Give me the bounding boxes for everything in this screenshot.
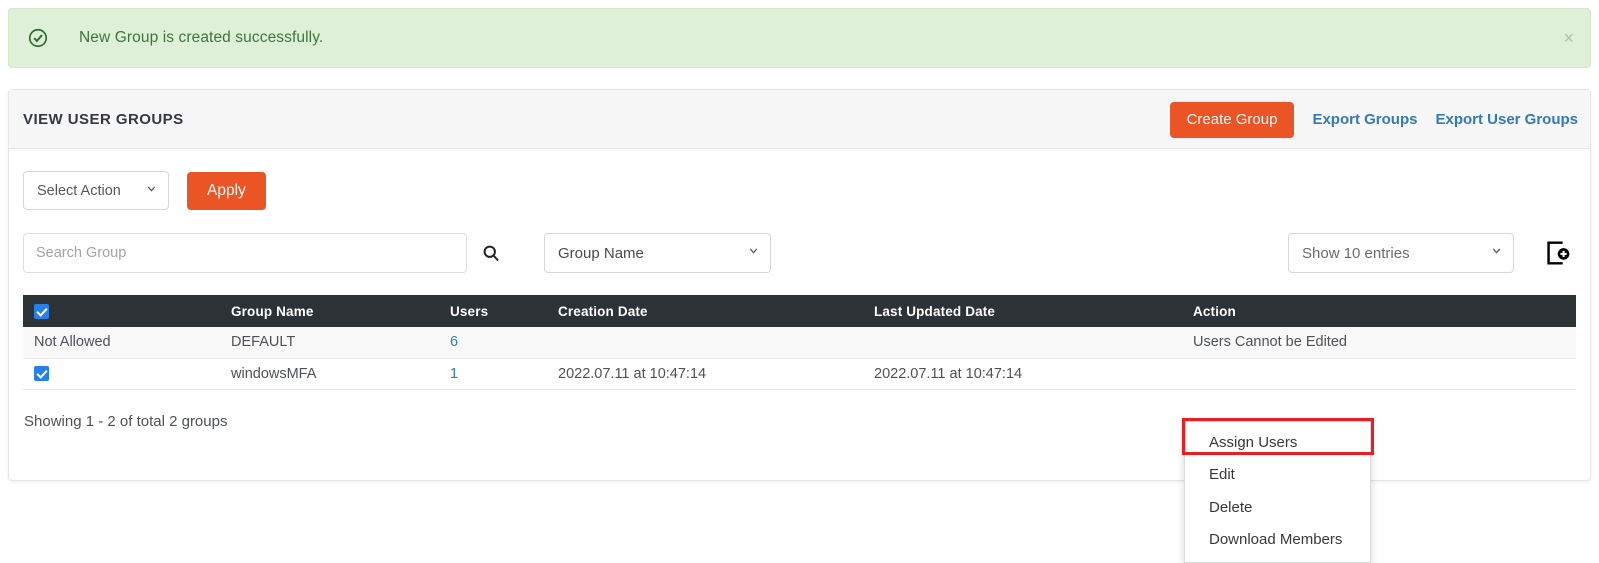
export-user-groups-link[interactable]: Export User Groups [1435,111,1578,128]
table-row: windowsMFA 1 2022.07.11 at 10:47:14 2022… [23,358,1576,390]
search-icon[interactable] [481,243,501,263]
row-select-cell [23,358,231,390]
view-user-groups-card: VIEW USER GROUPS Create Group Export Gro… [8,89,1591,563]
column-action: Action [1193,295,1576,327]
column-users: Users [450,295,558,327]
card-body: Select Action Apply Group Name [9,149,1590,563]
menu-item-assign-users[interactable]: Assign Users [1185,427,1370,459]
action-dropdown-menu: Assign Users Edit Delete Download Member… [1184,421,1371,563]
select-all-checkbox[interactable] [34,303,49,319]
close-icon[interactable]: × [1563,29,1574,47]
row-users-link[interactable]: 1 [450,366,458,382]
row-creation-date [558,327,874,359]
select-action-dropdown[interactable]: Select Action [23,171,169,210]
row-creation-date: 2022.07.11 at 10:47:14 [558,358,874,390]
table-row: Not Allowed DEFAULT 6 Users Cannot be Ed… [23,327,1576,359]
alert-message: New Group is created successfully. [79,29,324,46]
add-document-icon[interactable] [1542,238,1572,268]
apply-button[interactable]: Apply [187,171,266,210]
show-entries-value: Show 10 entries [1302,244,1410,262]
check-circle-icon [27,27,49,49]
export-groups-link[interactable]: Export Groups [1312,111,1417,128]
row-checkbox[interactable] [34,366,49,382]
user-groups-table: Group Name Users Creation Date Last Upda… [23,295,1576,390]
search-input[interactable] [23,233,467,273]
table-head: Group Name Users Creation Date Last Upda… [23,295,1576,327]
menu-item-download-members[interactable]: Download Members [1185,524,1370,556]
menu-item-edit[interactable]: Edit [1185,459,1370,491]
chevron-down-icon [747,244,760,262]
search-group [23,233,499,273]
row-users: 1 [450,358,558,390]
filter-row: Group Name Show 10 entries [23,210,1576,273]
row-group-name: DEFAULT [231,327,450,359]
success-alert: New Group is created successfully. × [8,8,1591,68]
column-creation-date: Creation Date [558,295,874,327]
row-users: 6 [450,327,558,359]
bulk-action-row: Select Action Apply [23,149,1576,210]
row-last-updated-date: 2022.07.11 at 10:47:14 [874,358,1193,390]
create-group-button[interactable]: Create Group [1169,101,1295,138]
column-select-all [23,295,231,327]
row-group-name: windowsMFA [231,358,450,390]
row-users-link[interactable]: 6 [450,334,458,350]
group-name-dropdown[interactable]: Group Name [544,233,771,273]
chevron-down-icon [1490,244,1503,262]
header-actions: Create Group Export Groups Export User G… [1169,90,1578,149]
menu-item-delete[interactable]: Delete [1185,492,1370,524]
table-header-row: Group Name Users Creation Date Last Upda… [23,295,1576,327]
row-select-cell: Not Allowed [23,327,231,359]
right-filter-controls: Show 10 entries [1288,233,1572,273]
column-group-name: Group Name [231,295,450,327]
row-action: Users Cannot be Edited [1193,327,1576,359]
row-action [1193,358,1576,390]
group-name-value: Group Name [558,244,644,262]
show-entries-dropdown[interactable]: Show 10 entries [1288,233,1514,273]
page-title: VIEW USER GROUPS [23,110,184,128]
column-last-updated-date: Last Updated Date [874,295,1193,327]
table-body: Not Allowed DEFAULT 6 Users Cannot be Ed… [23,327,1576,390]
row-last-updated-date [874,327,1193,359]
select-action-value: Select Action [37,182,121,199]
card-header: VIEW USER GROUPS Create Group Export Gro… [9,90,1590,149]
